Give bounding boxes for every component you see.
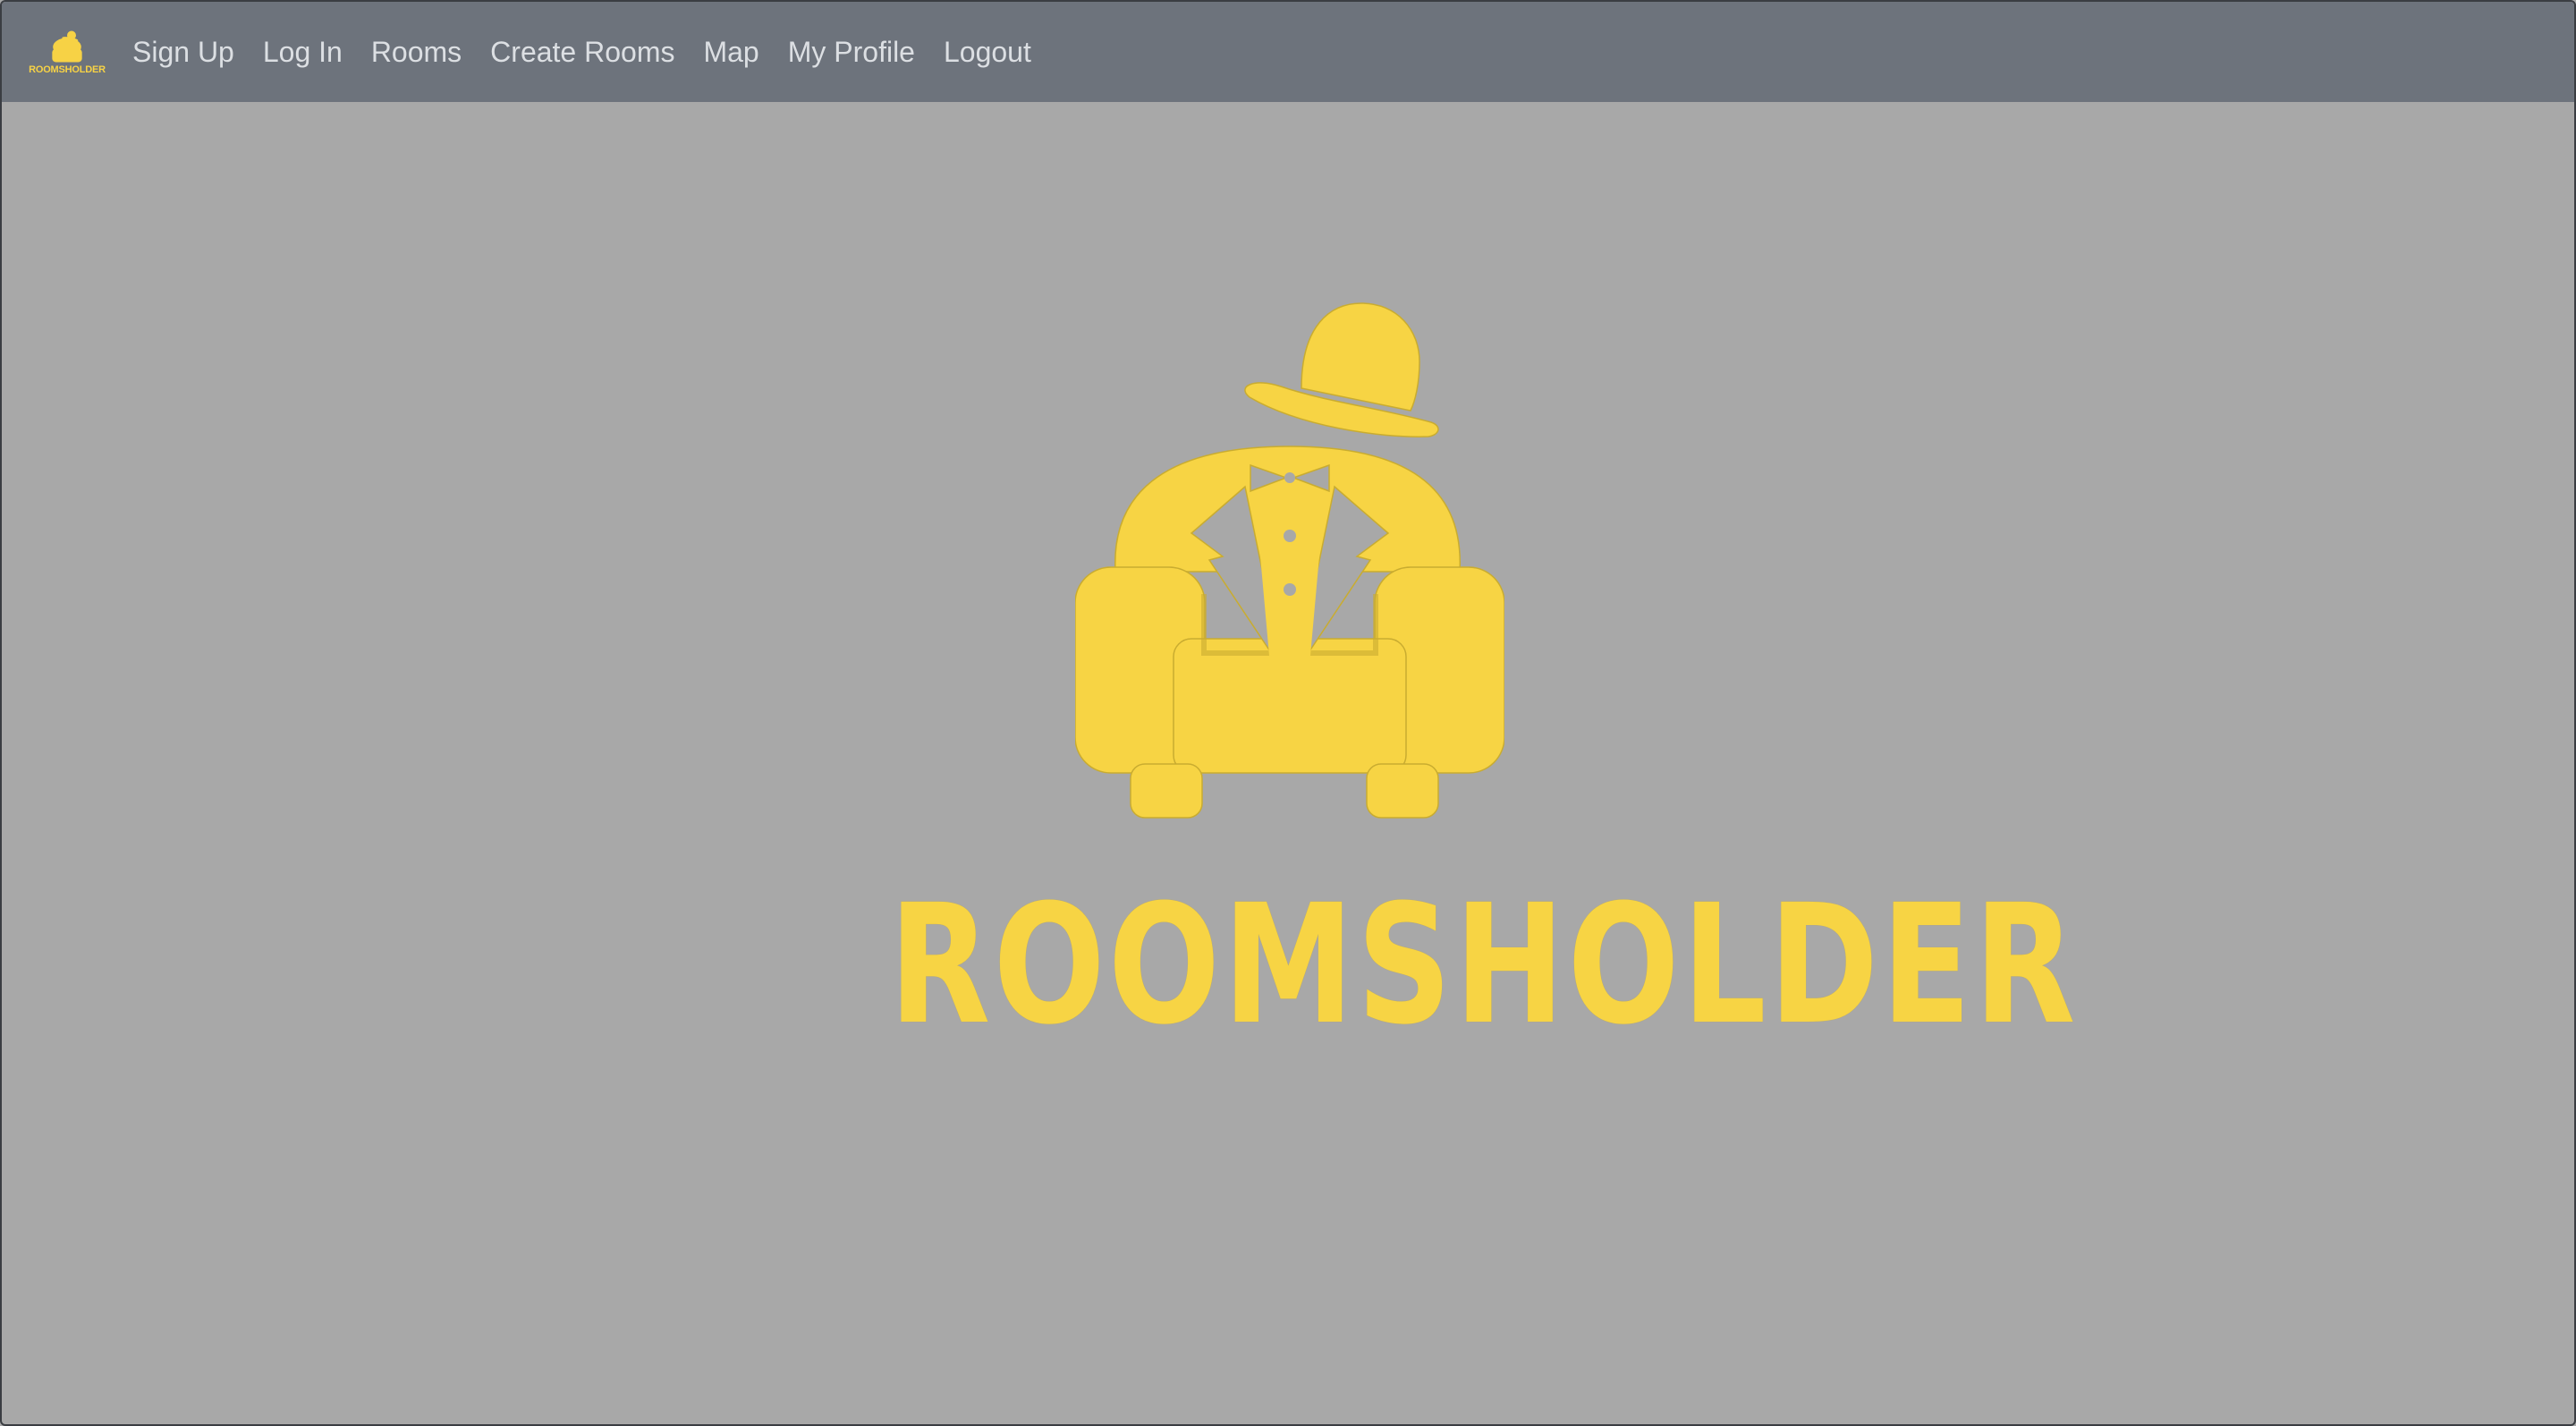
nav-link-rooms[interactable]: Rooms: [357, 2, 476, 102]
armchair-bowler-hat-tuxedo-icon: [1075, 302, 1504, 819]
navbar-brand-logo[interactable]: ROOMSHOLDER: [29, 24, 106, 80]
nav-link-map[interactable]: Map: [689, 2, 773, 102]
nav-link-logout[interactable]: Logout: [929, 2, 1046, 102]
nav-link-create-rooms[interactable]: Create Rooms: [476, 2, 689, 102]
hero-section: ROOMSHOLDER: [2, 102, 2574, 1424]
browser-viewport: ROOMSHOLDER Sign Up Log In Rooms Create …: [0, 0, 2576, 1426]
roomsholder-logo-icon: [52, 30, 82, 62]
top-navbar: ROOMSHOLDER Sign Up Log In Rooms Create …: [2, 2, 2574, 102]
nav-links: Sign Up Log In Rooms Create Rooms Map My…: [125, 2, 1046, 102]
nav-link-log-in[interactable]: Log In: [249, 2, 357, 102]
navbar-brand-text: ROOMSHOLDER: [29, 64, 106, 75]
hero-wordmark: ROOMSHOLDER: [889, 870, 2079, 1061]
nav-link-my-profile[interactable]: My Profile: [774, 2, 929, 102]
nav-link-sign-up[interactable]: Sign Up: [125, 2, 249, 102]
